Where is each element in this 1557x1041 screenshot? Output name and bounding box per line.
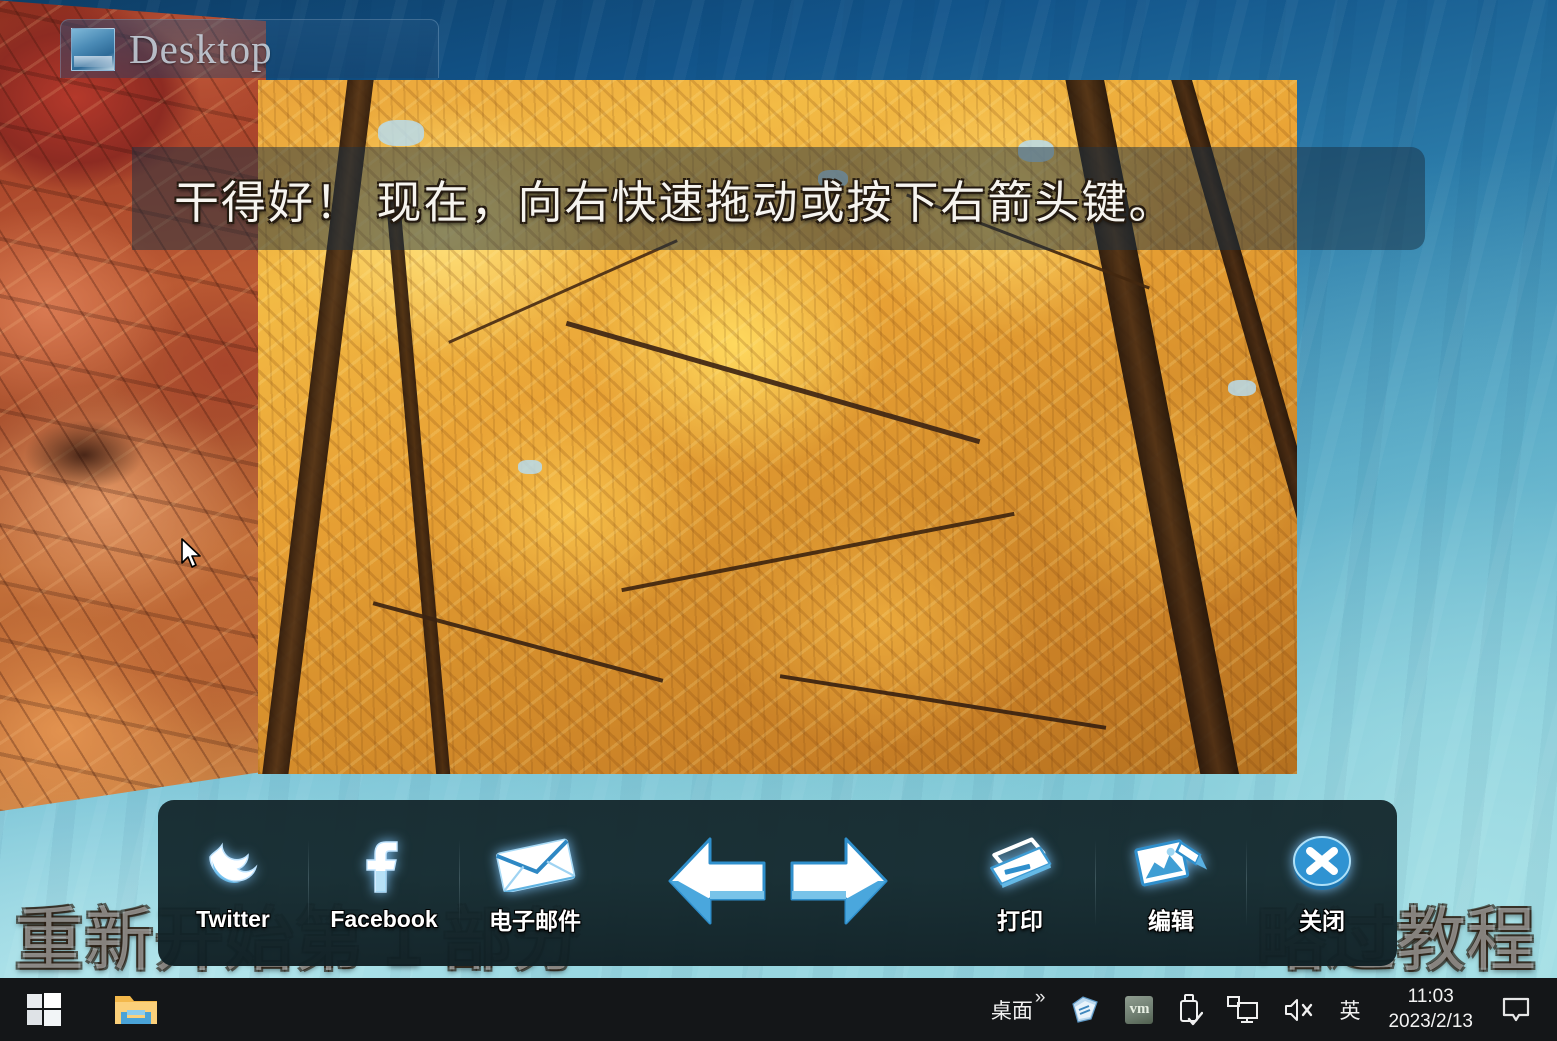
twitter-button[interactable]: Twitter	[158, 800, 308, 966]
twitter-label: Twitter	[196, 905, 270, 932]
photo-viewer-toolbar: Twitter Facebook 电子邮件 打印 编辑 关闭	[158, 800, 1397, 966]
taskbar-clock[interactable]: 11:03 2023/2/13	[1372, 978, 1489, 1041]
arrow-right-icon	[784, 829, 892, 938]
taskbar-left-group	[0, 984, 162, 1036]
email-envelope-icon	[493, 830, 577, 896]
close-button[interactable]: 关闭	[1247, 800, 1397, 966]
tray-usb-eject-icon[interactable]	[1165, 978, 1215, 1041]
edit-label: 编辑	[1148, 908, 1194, 934]
picture-icon	[71, 27, 115, 71]
desktop-window-titlebar[interactable]: Desktop	[60, 19, 439, 78]
facebook-button[interactable]: Facebook	[309, 800, 459, 966]
leaves-texture	[0, 0, 266, 812]
windows-taskbar: 桌面 » vm 英 11:03 2023/2/13	[0, 978, 1557, 1041]
edit-image-icon	[1133, 830, 1209, 896]
twitter-bird-icon	[202, 834, 264, 900]
edit-button[interactable]: 编辑	[1096, 800, 1246, 966]
clock-date: 2023/2/13	[1388, 1010, 1473, 1032]
close-circle-icon	[1289, 830, 1355, 896]
printer-icon	[983, 830, 1057, 896]
tray-desktop-item[interactable]: 桌面 »	[979, 978, 1058, 1041]
notification-center-button[interactable]	[1489, 978, 1543, 1041]
facebook-f-icon	[362, 834, 406, 900]
sky-gap	[518, 460, 542, 474]
print-button[interactable]: 打印	[945, 800, 1095, 966]
email-button[interactable]: 电子邮件	[460, 800, 610, 966]
screen-root: Desktop 干得好！ 现在，向右快速拖动或按下右箭头键。 重新开始第 1 部…	[0, 0, 1557, 1041]
tray-desktop-label: 桌面	[990, 999, 1033, 1023]
input-method-label: 英	[1339, 999, 1361, 1023]
next-image-button[interactable]	[778, 800, 898, 966]
action-button-group: 打印 编辑 关闭	[945, 800, 1397, 966]
sky-gap	[378, 120, 424, 146]
email-label: 电子邮件	[489, 908, 581, 934]
left-leaves-photo-panel	[0, 0, 266, 812]
leaves-shadow	[24, 420, 144, 490]
folded-paper-icon	[1072, 995, 1099, 1023]
close-label: 关闭	[1299, 908, 1345, 934]
previous-image-button[interactable]	[658, 800, 778, 966]
clock-time: 11:03	[1407, 986, 1454, 1008]
instruction-banner: 干得好！ 现在，向右快速拖动或按下右箭头键。	[132, 147, 1425, 250]
vm-label: vm	[1125, 995, 1154, 1024]
sky-gap	[1228, 380, 1256, 396]
start-button[interactable]	[18, 984, 70, 1036]
tray-app-icon[interactable]	[1057, 978, 1113, 1041]
file-explorer-button[interactable]	[110, 984, 162, 1036]
system-tray: 桌面 » vm 英 11:03 2023/2/13	[979, 978, 1557, 1041]
instruction-text: 干得好！ 现在，向右快速拖动或按下右箭头键。	[174, 177, 1176, 228]
window-title: Desktop	[129, 26, 273, 72]
print-label: 打印	[997, 908, 1043, 934]
chevron-overflow-icon[interactable]: »	[1035, 987, 1046, 1009]
tray-network-icon[interactable]	[1215, 978, 1271, 1041]
tray-vmware-icon[interactable]: vm	[1113, 978, 1165, 1041]
arrow-left-icon	[664, 829, 772, 938]
facebook-label: Facebook	[330, 905, 438, 932]
share-button-group: Twitter Facebook 电子邮件	[158, 800, 610, 966]
tray-volume-muted-icon[interactable]	[1271, 978, 1327, 1041]
tray-input-method[interactable]: 英	[1327, 978, 1372, 1041]
